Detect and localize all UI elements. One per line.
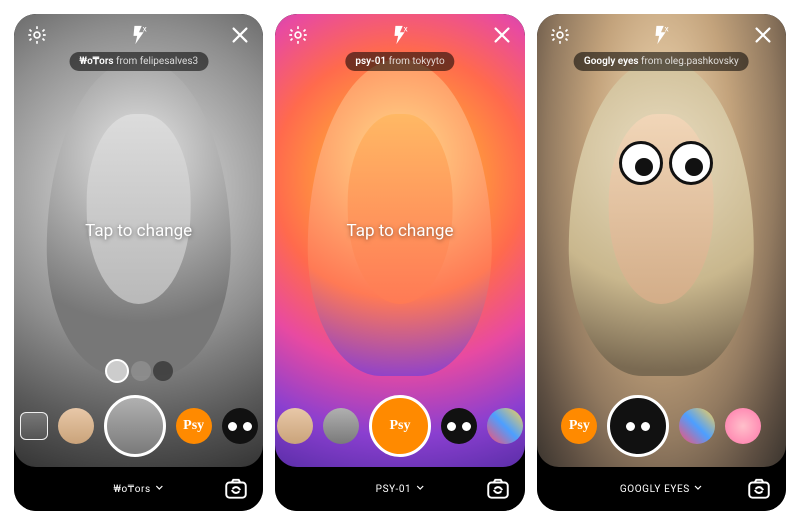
- shutter-filter-button[interactable]: Psy: [369, 395, 431, 457]
- filter-carousel[interactable]: Psy: [275, 395, 524, 457]
- svg-text:x: x: [665, 24, 669, 34]
- filter-carousel[interactable]: Psy: [14, 395, 263, 457]
- googly-eye-overlay: [669, 141, 713, 185]
- filter-from-word: from: [116, 56, 137, 67]
- googly-eye-overlay: [619, 141, 663, 185]
- filter-author: tokyyto: [412, 56, 444, 67]
- filter-chip-label: Psy: [389, 418, 410, 434]
- top-bar: x: [275, 14, 524, 52]
- filter-chip[interactable]: [679, 408, 715, 444]
- settings-gear-icon[interactable]: [26, 24, 48, 46]
- intensity-dot[interactable]: [131, 361, 151, 381]
- filter-name-label: PSY-01: [376, 484, 412, 495]
- filter-chip[interactable]: [277, 408, 313, 444]
- svg-text:x: x: [142, 24, 146, 34]
- filter-chip[interactable]: [323, 408, 359, 444]
- flash-off-icon[interactable]: x: [650, 24, 672, 46]
- filter-from-word: from: [641, 56, 662, 67]
- top-bar: x: [14, 14, 263, 52]
- bottom-bar: PSY-01: [275, 467, 524, 511]
- intensity-dot[interactable]: [153, 361, 173, 381]
- close-icon[interactable]: [229, 24, 251, 46]
- filter-name-button[interactable]: GOOGLY EYES: [620, 483, 703, 495]
- tap-to-change-hint[interactable]: Tap to change: [346, 221, 453, 241]
- bottom-bar: GOOGLY EYES: [537, 467, 786, 511]
- close-icon[interactable]: [491, 24, 513, 46]
- story-camera-screen: x psy-01 from tokyyto Tap to change Psy PSY-…: [275, 14, 524, 511]
- filter-author: felipesalves3: [140, 56, 198, 67]
- camera-viewport[interactable]: x psy-01 from tokyyto Tap to change Psy: [275, 14, 524, 467]
- filter-name: Googly eyes: [584, 56, 639, 67]
- filter-chip[interactable]: [725, 408, 761, 444]
- top-bar: x: [537, 14, 786, 52]
- switch-camera-icon[interactable]: [223, 476, 249, 502]
- flash-off-icon[interactable]: x: [389, 24, 411, 46]
- filter-name: ₩o₸ors: [79, 56, 113, 67]
- filter-name-label: ₩o₸ors: [113, 484, 150, 495]
- filter-chip-label: Psy: [569, 418, 590, 434]
- svg-text:x: x: [404, 24, 408, 34]
- filter-chip-label: Psy: [183, 418, 204, 434]
- filter-attribution-pill[interactable]: ₩o₸ors from felipesalves3: [69, 52, 208, 71]
- filter-chip[interactable]: Psy: [561, 408, 597, 444]
- filter-name-button[interactable]: PSY-01: [376, 483, 425, 495]
- settings-gear-icon[interactable]: [549, 24, 571, 46]
- filter-chip[interactable]: [487, 408, 523, 444]
- filter-chip[interactable]: Psy: [176, 408, 212, 444]
- story-camera-screen: x ₩o₸ors from felipesalves3 Tap to change P…: [14, 14, 263, 511]
- filter-name: psy-01: [355, 56, 386, 67]
- filter-attribution-pill[interactable]: psy-01 from tokyyto: [345, 52, 454, 71]
- intensity-dot[interactable]: [105, 359, 129, 383]
- switch-camera-icon[interactable]: [485, 476, 511, 502]
- filter-chip[interactable]: [222, 408, 258, 444]
- filter-chip[interactable]: [58, 408, 94, 444]
- story-camera-screen: x Googly eyes from oleg.pashkovsky Psy GOOG…: [537, 14, 786, 511]
- chevron-down-icon: [694, 483, 703, 495]
- close-icon[interactable]: [752, 24, 774, 46]
- shutter-filter-button[interactable]: [104, 395, 166, 457]
- filter-carousel[interactable]: Psy: [537, 395, 786, 457]
- camera-viewport[interactable]: x ₩o₸ors from felipesalves3 Tap to change P…: [14, 14, 263, 467]
- filter-attribution-pill[interactable]: Googly eyes from oleg.pashkovsky: [574, 52, 749, 71]
- shutter-filter-button[interactable]: [607, 395, 669, 457]
- chevron-down-icon: [155, 483, 164, 495]
- bottom-bar: ₩o₸ors: [14, 467, 263, 511]
- chevron-down-icon: [415, 483, 424, 495]
- filter-from-word: from: [389, 56, 410, 67]
- switch-camera-icon[interactable]: [746, 476, 772, 502]
- gallery-button[interactable]: [20, 412, 48, 440]
- filter-chip[interactable]: [441, 408, 477, 444]
- filter-name-button[interactable]: ₩o₸ors: [113, 483, 163, 495]
- filter-name-label: GOOGLY EYES: [620, 484, 690, 495]
- intensity-slider[interactable]: [105, 359, 173, 383]
- settings-gear-icon[interactable]: [287, 24, 309, 46]
- flash-off-icon[interactable]: x: [128, 24, 150, 46]
- filter-author: oleg.pashkovsky: [665, 56, 739, 67]
- tap-to-change-hint[interactable]: Tap to change: [85, 221, 192, 241]
- camera-viewport[interactable]: x Googly eyes from oleg.pashkovsky Psy: [537, 14, 786, 467]
